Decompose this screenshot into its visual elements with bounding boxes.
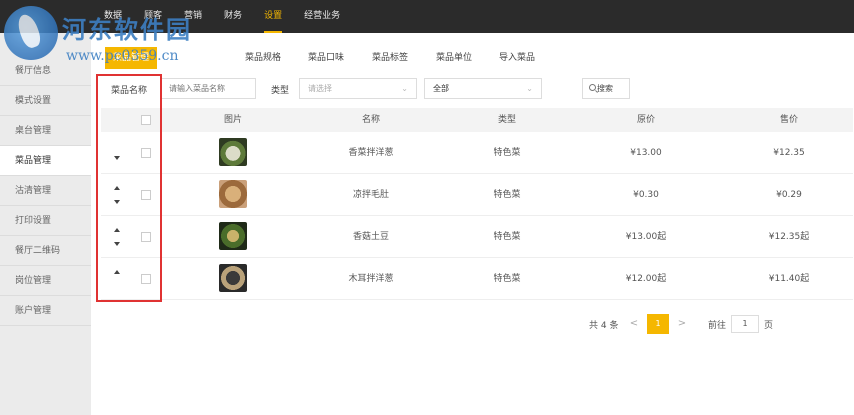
dish-name-label: 菜品名称 — [111, 86, 148, 96]
search-icon — [589, 84, 596, 91]
goto-label: 前往 — [708, 321, 727, 331]
row-checkbox[interactable] — [141, 274, 151, 284]
nav-item-data[interactable]: 数据 — [104, 0, 122, 33]
select-all-checkbox[interactable] — [141, 115, 151, 125]
table-header: 图片 名称 类型 原价 售价 — [101, 108, 853, 132]
dish-image — [219, 180, 247, 208]
move-down-icon[interactable] — [114, 156, 120, 160]
pagination: 共 4 条 < 1 > 前往 1 页 — [589, 314, 789, 334]
column-header-name: 名称 — [361, 115, 380, 125]
type-select-placeholder: 请选择 — [308, 84, 332, 93]
page-suffix-label: 页 — [764, 321, 774, 331]
original-price: ¥13.00起 — [625, 232, 667, 242]
dish-type: 特色菜 — [493, 148, 521, 158]
sale-price: ¥12.35起 — [768, 232, 810, 242]
row-checkbox[interactable] — [141, 190, 151, 200]
prev-page-button[interactable]: < — [623, 314, 645, 334]
tab-import-dishes[interactable]: 导入菜品 — [499, 47, 535, 69]
main-panel: 菜品管理 菜品规格 菜品口味 菜品标签 菜品单位 导入菜品 菜品名称 类型 请选… — [91, 33, 854, 415]
sidebar-item-soldout-management[interactable]: 沽清管理 — [0, 176, 91, 206]
dish-type: 特色菜 — [493, 190, 521, 200]
tab-dish-units[interactable]: 菜品单位 — [436, 47, 472, 69]
sidebar-item-restaurant-info[interactable]: 餐厅信息 — [0, 56, 91, 86]
sidebar-item-dish-management[interactable]: 菜品管理 — [0, 146, 91, 176]
original-price: ¥13.00 — [630, 148, 662, 158]
sidebar-item-positions[interactable]: 岗位管理 — [0, 266, 91, 296]
move-up-icon[interactable] — [114, 186, 120, 190]
column-header-type: 类型 — [497, 115, 516, 125]
move-down-icon[interactable] — [114, 200, 120, 204]
original-price: ¥0.30 — [633, 190, 659, 200]
row-checkbox[interactable] — [141, 148, 151, 158]
sidebar-item-mode-settings[interactable]: 模式设置 — [0, 86, 91, 116]
dish-type: 特色菜 — [493, 274, 521, 284]
dish-name-input[interactable] — [160, 78, 256, 99]
move-up-icon[interactable] — [114, 228, 120, 232]
table-row[interactable]: 凉拌毛肚 特色菜 ¥0.30 ¥0.29 — [101, 174, 853, 216]
status-select[interactable]: 全部 ⌄ — [424, 78, 542, 99]
nav-item-marketing[interactable]: 营销 — [184, 0, 202, 33]
search-button-label: 搜索 — [597, 84, 613, 93]
table-row[interactable]: 香菜拌洋葱 特色菜 ¥13.00 ¥12.35 — [101, 132, 853, 174]
nav-item-finance[interactable]: 财务 — [224, 0, 242, 33]
sidebar-item-accounts[interactable]: 账户管理 — [0, 296, 91, 326]
chevron-down-icon: ⌄ — [526, 84, 533, 93]
column-header-image: 图片 — [223, 115, 242, 125]
sidebar-item-qr-code[interactable]: 餐厅二维码 — [0, 236, 91, 266]
chevron-down-icon: ⌄ — [401, 84, 408, 93]
search-button[interactable]: 搜索 — [582, 78, 630, 99]
dish-name: 香菜拌洋葱 — [348, 148, 394, 158]
current-page-button[interactable]: 1 — [647, 314, 669, 334]
dish-table: 图片 名称 类型 原价 售价 香菜拌洋葱 特色菜 ¥13.00 ¥12.35 凉… — [101, 108, 853, 300]
table-row[interactable]: 木耳拌洋葱 特色菜 ¥12.00起 ¥11.40起 — [101, 258, 853, 300]
nav-item-customers[interactable]: 顾客 — [144, 0, 162, 33]
top-nav: 数据 顾客 营销 财务 设置 经营业务 — [104, 0, 362, 33]
sub-tabs: 菜品管理 菜品规格 菜品口味 菜品标签 菜品单位 导入菜品 — [91, 47, 854, 69]
dish-image — [219, 264, 247, 292]
pagination-total: 共 4 条 — [589, 321, 619, 331]
sale-price: ¥12.35 — [773, 148, 805, 158]
type-label: 类型 — [271, 86, 290, 96]
move-up-icon[interactable] — [114, 270, 120, 274]
dish-name: 凉拌毛肚 — [352, 190, 389, 200]
move-down-icon[interactable] — [114, 242, 120, 246]
column-header-sale-price: 售价 — [779, 115, 798, 125]
tab-dish-tags[interactable]: 菜品标签 — [372, 47, 408, 69]
tab-dish-specs[interactable]: 菜品规格 — [245, 47, 281, 69]
dish-type: 特色菜 — [493, 232, 521, 242]
status-select-value: 全部 — [433, 84, 449, 93]
tab-dish-flavors[interactable]: 菜品口味 — [308, 47, 344, 69]
nav-item-business[interactable]: 经营业务 — [304, 0, 340, 33]
type-select[interactable]: 请选择 ⌄ — [299, 78, 417, 99]
next-page-button[interactable]: > — [671, 314, 693, 334]
top-bar: 数据 顾客 营销 财务 设置 经营业务 — [0, 0, 854, 33]
table-row[interactable]: 香菇土豆 特色菜 ¥13.00起 ¥12.35起 — [101, 216, 853, 258]
row-checkbox[interactable] — [141, 232, 151, 242]
sale-price: ¥11.40起 — [768, 274, 810, 284]
column-header-original-price: 原价 — [636, 115, 655, 125]
sidebar-item-print-settings[interactable]: 打印设置 — [0, 206, 91, 236]
dish-image — [219, 222, 247, 250]
goto-page-input[interactable]: 1 — [731, 315, 759, 333]
nav-item-settings[interactable]: 设置 — [264, 0, 283, 33]
sale-price: ¥0.29 — [776, 190, 802, 200]
filter-bar: 菜品名称 类型 请选择 ⌄ 全部 ⌄ 搜索 — [91, 77, 854, 103]
dish-name: 木耳拌洋葱 — [348, 274, 394, 284]
original-price: ¥12.00起 — [625, 274, 667, 284]
tab-dish-management[interactable]: 菜品管理 — [105, 47, 158, 69]
sidebar: 餐厅信息 模式设置 桌台管理 菜品管理 沽清管理 打印设置 餐厅二维码 岗位管理… — [0, 56, 91, 415]
dish-image — [219, 138, 247, 166]
dish-name: 香菇土豆 — [352, 232, 389, 242]
sidebar-item-table-management[interactable]: 桌台管理 — [0, 116, 91, 146]
